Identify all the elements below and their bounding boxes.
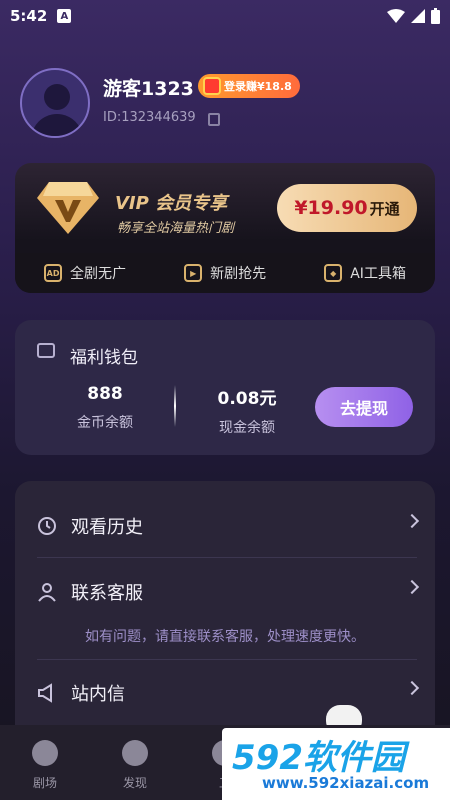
avatar-body-shape [31,114,83,136]
menu-item-label: 联系客服 [71,583,143,604]
notification-a-icon: A [57,9,72,23]
watermark-brand: 592软件园 [232,738,405,778]
menu-item-inbox[interactable]: 站内信 [37,668,420,718]
clock-icon [38,517,56,535]
watermark: 592软件园 www.592xiazai.com [222,728,450,800]
chevron-right-icon [404,513,420,529]
signal-icon [411,9,425,23]
avatar-head-shape [44,84,70,110]
tab-discover[interactable]: 发现 [90,725,180,800]
menu-item-label: 站内信 [71,684,125,705]
wallet-card: 福利钱包 888 金币余额 0.08元 现金余额 去提现 [15,320,435,455]
vip-title: VIP 会员专享 [115,193,228,214]
menu-item-customer-service[interactable]: 联系客服 [37,567,420,617]
username: 游客1323 [103,78,194,100]
wifi-icon [387,9,405,23]
planet-icon [122,740,148,766]
vip-open-label: 开通 [369,199,400,218]
login-reward-label: 登录赚¥18.8 [224,80,292,93]
tab-label: 剧场 [32,776,57,790]
vip-price: ¥19.90 [294,197,368,219]
toolbox-icon: ◆ [324,264,343,282]
vip-features: AD 全剧无广 ▶ 新剧抢先 ◆ AI工具箱 [15,253,435,293]
tab-label: 发现 [122,776,147,790]
ad-free-icon: AD [44,264,63,282]
gift-icon [203,77,221,95]
play-icon: ▶ [184,264,203,282]
film-reel-icon [32,740,58,766]
wallet-icon [37,343,55,358]
divider [37,659,417,660]
feature-label: 全剧无广 [70,266,127,282]
coin-balance-label: 金币余额 [77,415,133,431]
status-time: 5:42 [10,7,48,25]
service-hint: 如有问题，请直接联系客服，处理速度更快。 [85,629,365,645]
feature-ai-toolbox[interactable]: ◆ AI工具箱 [324,263,406,283]
feature-label: AI工具箱 [350,266,406,282]
copy-icon[interactable] [208,113,220,126]
feature-no-ads[interactable]: AD 全剧无广 [44,263,126,283]
feature-label: 新剧抢先 [210,266,267,282]
chevron-right-icon [404,579,420,595]
vip-open-button[interactable]: ¥19.90 开通 [277,184,417,232]
wallet-divider [174,385,176,427]
menu-item-label: 观看历史 [71,517,143,538]
cash-balance-value: 0.08元 [217,389,277,409]
vip-card[interactable]: VIP 会员专享 畅享全站海量热门剧 ¥19.90 开通 AD 全剧无广 ▶ 新… [15,163,435,293]
coin-balance[interactable]: 888 金币余额 [50,384,160,432]
cash-balance[interactable]: 0.08元 现金余额 [192,384,302,437]
tab-theater[interactable]: 剧场 [0,725,90,800]
cash-balance-label: 现金余额 [219,420,275,436]
menu-item-history[interactable]: 观看历史 [37,501,420,551]
person-icon [38,583,56,602]
avatar[interactable] [20,68,90,138]
divider [37,557,417,558]
profile-section: 游客1323 登录赚¥18.8 ID:132344639 [20,68,430,138]
login-reward-badge[interactable]: 登录赚¥18.8 [198,74,300,98]
withdraw-button[interactable]: 去提现 [315,387,413,427]
feature-early-access[interactable]: ▶ 新剧抢先 [184,263,266,283]
coin-balance-value: 888 [87,384,123,404]
battery-icon [431,8,440,24]
wallet-title: 福利钱包 [70,348,138,368]
status-bar: 5:42 A [0,0,450,32]
watermark-url: www.592xiazai.com [262,774,430,792]
chevron-right-icon [404,680,420,696]
menu-card: 观看历史 联系客服 如有问题，请直接联系客服，处理速度更快。 站内信 [15,481,435,741]
vip-diamond-icon [37,182,99,234]
megaphone-icon [38,683,52,703]
status-icons [387,8,440,24]
user-id: ID:132344639 [103,110,196,125]
vip-subtitle: 畅享全站海量热门剧 [117,221,235,236]
